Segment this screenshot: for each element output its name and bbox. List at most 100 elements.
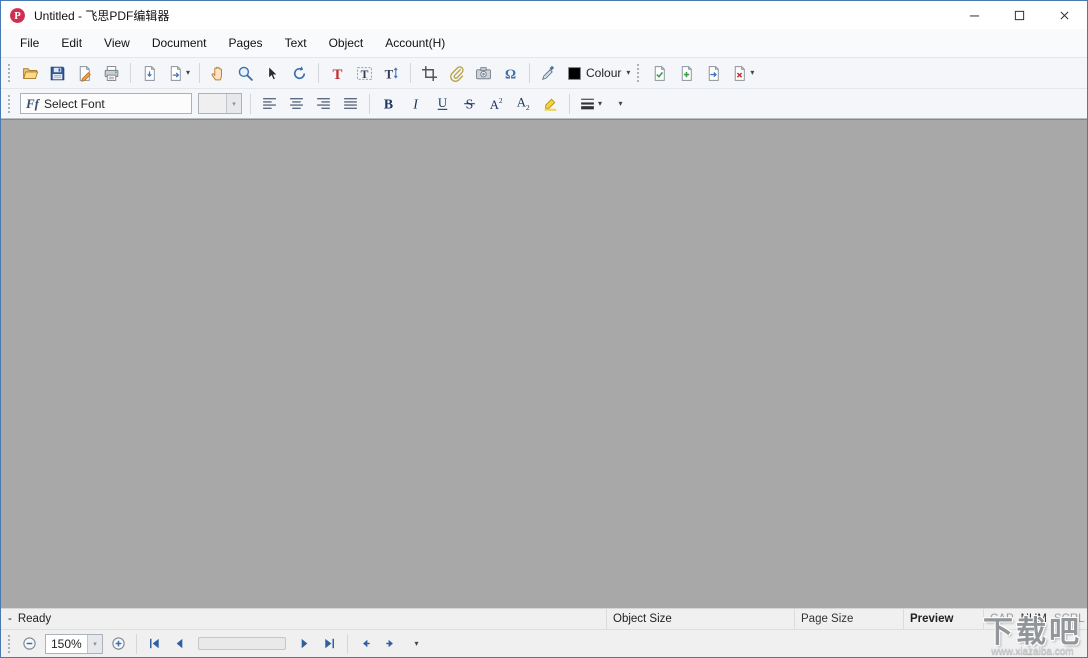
svg-text:U: U [438,96,447,110]
extract-page-button[interactable] [701,61,726,86]
chevron-down-icon[interactable]: ▾ [598,100,602,108]
insert-page-button[interactable] [674,61,699,86]
italic-icon: I [407,95,424,112]
main-toolbar: ▾TTTΩColour▾▾ [1,58,1087,88]
svg-text:T: T [333,66,343,81]
underline-button[interactable]: U [430,91,455,116]
toolbar-grip[interactable] [8,64,12,82]
title-bar: P Untitled - 飞思PDF编辑器 [1,1,1087,29]
rotate-tool-button[interactable] [287,61,312,86]
subscript-button[interactable]: A2 [511,91,536,116]
font-size-select[interactable]: ▾ [198,93,242,114]
highlight-button[interactable] [538,91,563,116]
zoom-out-button[interactable] [18,632,41,655]
status-preview: Preview [903,609,983,629]
next-view-button[interactable] [379,632,402,655]
page-properties-button[interactable] [647,61,672,86]
snapshot-button[interactable] [471,61,496,86]
color-picker-button[interactable] [536,61,561,86]
more-options-button[interactable]: ▾ [607,91,632,116]
page-import-icon [141,65,158,82]
add-text-button[interactable]: T [325,61,350,86]
menu-file[interactable]: File [9,29,50,57]
menu-account[interactable]: Account(H) [374,29,456,57]
align-justify-icon [342,95,359,112]
text-spacing-icon: T [383,65,400,82]
toolbar-separator [410,63,411,83]
hand-tool-button[interactable] [206,61,231,86]
toolbar-grip[interactable] [8,95,12,113]
crop-button[interactable] [417,61,442,86]
toolbar-grip[interactable] [637,64,641,82]
toolbar-grip[interactable] [8,635,12,653]
minimize-button[interactable] [952,1,997,29]
maximize-button[interactable] [997,1,1042,29]
bold-button[interactable]: B [376,91,401,116]
edit-text-button[interactable]: T [352,61,377,86]
strikethrough-button[interactable]: S [457,91,482,116]
print-button[interactable] [99,61,124,86]
align-justify-button[interactable] [338,91,363,116]
last-page-button[interactable] [318,632,341,655]
menu-pages[interactable]: Pages [218,29,274,57]
next-page-icon [297,636,312,651]
close-button[interactable] [1042,1,1087,29]
toolbar-separator [318,63,319,83]
save-button[interactable] [45,61,70,86]
toolbar-separator [136,634,137,654]
attachment-button[interactable] [444,61,469,86]
chevron-down-icon[interactable]: ▾ [750,69,754,77]
colour-label: Colour [586,66,621,80]
chevron-down-icon[interactable]: ▾ [226,94,241,113]
omega-icon: Ω [502,65,519,82]
menu-view[interactable]: View [93,29,141,57]
align-right-button[interactable] [311,91,336,116]
align-left-button[interactable] [257,91,282,116]
previous-view-icon [358,636,373,651]
italic-button[interactable]: I [403,91,428,116]
close-icon [1059,10,1070,21]
svg-text:I: I [412,96,419,111]
previous-page-icon [172,636,187,651]
menu-text[interactable]: Text [274,29,318,57]
colour-button[interactable]: Colour ▾ [563,61,633,86]
delete-page-button[interactable]: ▾ [728,61,757,86]
import-pages-button[interactable] [137,61,162,86]
zoom-tool-button[interactable] [233,61,258,86]
align-left-icon [261,95,278,112]
window-controls [952,1,1087,29]
superscript-button[interactable]: A2 [484,91,509,116]
open-button[interactable] [18,61,43,86]
font-select[interactable]: Ff Select Font [20,93,192,114]
bold-icon: B [380,95,397,112]
minimize-icon [969,10,980,21]
chevron-down-icon[interactable]: ▾ [619,100,623,108]
previous-view-button[interactable] [354,632,377,655]
chevron-down-icon[interactable]: ▾ [87,635,102,653]
zoom-in-button[interactable] [107,632,130,655]
superscript-icon: A2 [488,95,505,112]
align-center-button[interactable] [284,91,309,116]
insert-symbol-button[interactable]: Ω [498,61,523,86]
align-center-icon [288,95,305,112]
previous-page-button[interactable] [168,632,191,655]
next-page-button[interactable] [293,632,316,655]
zoom-level-select[interactable]: 150% ▾ [45,634,103,654]
document-canvas[interactable] [1,119,1087,608]
more-navigation-button[interactable]: ▾ [404,632,427,655]
text-spacing-button[interactable]: T [379,61,404,86]
menu-document[interactable]: Document [141,29,218,57]
app-window: P Untitled - 飞思PDF编辑器 File Edit View Doc… [0,0,1088,658]
page-export-icon [167,65,184,82]
chevron-down-icon[interactable]: ▾ [626,69,630,77]
line-style-button[interactable]: ▾ [576,91,605,116]
menu-object[interactable]: Object [318,29,375,57]
select-tool-button[interactable] [260,61,285,86]
first-page-button[interactable] [143,632,166,655]
toolbar-separator [369,94,370,114]
chevron-down-icon[interactable]: ▾ [186,69,190,77]
save-as-button[interactable] [72,61,97,86]
page-slider[interactable] [198,637,286,650]
export-pages-button[interactable]: ▾ [164,61,193,86]
menu-edit[interactable]: Edit [50,29,93,57]
